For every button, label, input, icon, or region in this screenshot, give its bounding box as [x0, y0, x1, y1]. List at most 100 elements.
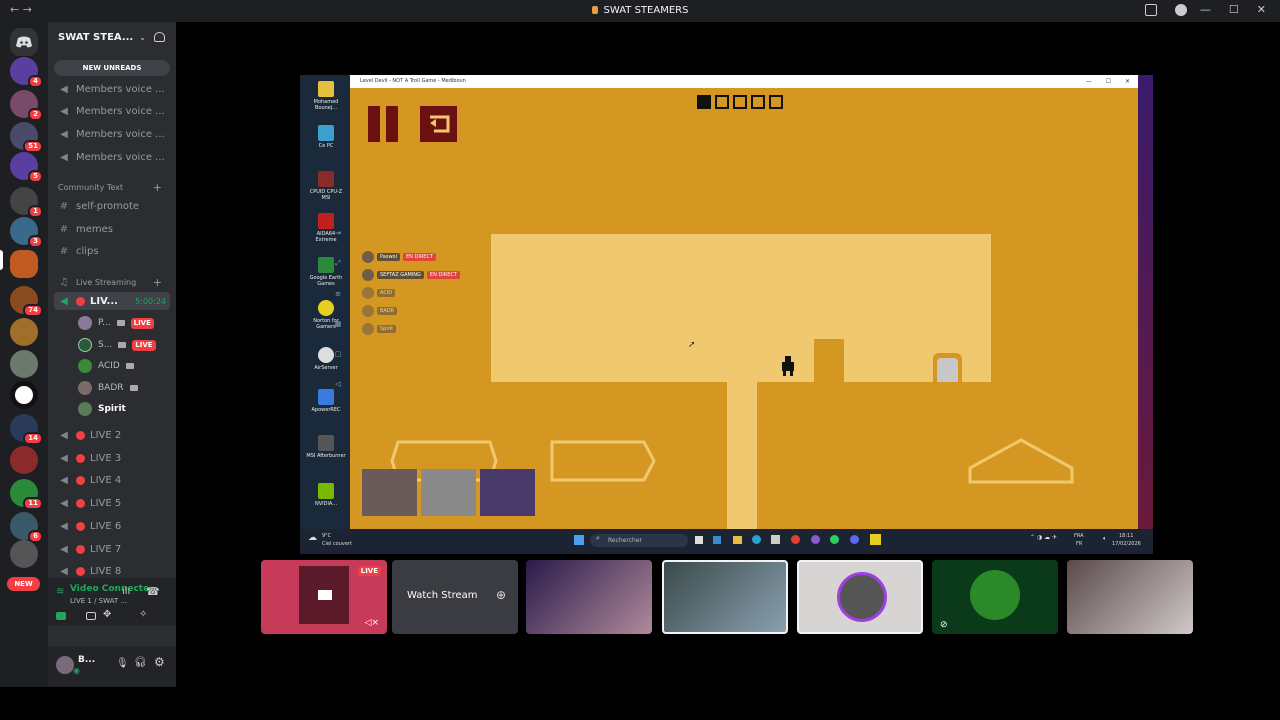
server-icon-10[interactable]: [10, 381, 38, 409]
inbox-icon[interactable]: [1145, 4, 1157, 16]
search-input[interactable]: Rechercher: [590, 534, 688, 547]
server-icon-5[interactable]: 1: [10, 187, 43, 218]
new-unreads-button[interactable]: NEW UNREADS: [54, 60, 170, 76]
channel-live-4[interactable]: ◀ LIVE 4: [58, 471, 174, 489]
voice-user-5[interactable]: Spirit: [78, 400, 170, 418]
channel-members-voice-3[interactable]: ◀ Members voice ...: [58, 125, 174, 143]
server-icon-3[interactable]: 51: [10, 122, 43, 153]
category-community-text[interactable]: Community Text +: [58, 178, 174, 196]
server-icon-1[interactable]: 4: [10, 57, 43, 88]
voice-user-1[interactable]: P... LIVE: [78, 314, 170, 332]
add-channel-icon[interactable]: +: [153, 276, 162, 289]
new-servers-badge[interactable]: NEW: [7, 577, 40, 591]
close-button[interactable]: ✕: [1125, 75, 1130, 88]
participant-avatar-tile-2[interactable]: ⊘: [932, 560, 1058, 634]
desktop-icon-apowerrec[interactable]: ApowerREC: [306, 389, 346, 413]
restart-icon[interactable]: [420, 106, 457, 142]
game-taskbar-icon[interactable]: [870, 534, 881, 545]
guild-header[interactable]: SWAT STEA... ⌄: [48, 22, 176, 52]
soundboard-icon[interactable]: ✧: [139, 609, 147, 620]
watch-stream-icon[interactable]: ⊕: [496, 588, 506, 602]
add-channel-icon[interactable]: +: [153, 181, 162, 194]
whatsapp-icon[interactable]: [830, 535, 839, 544]
right-arrow-control-icon[interactable]: [548, 438, 658, 484]
mute-stream-icon[interactable]: ◁×: [365, 618, 379, 628]
server-icon-4[interactable]: 5: [10, 152, 43, 183]
desktop-icon-nvidia[interactable]: NVIDIA...: [306, 483, 346, 507]
chrome-icon[interactable]: [791, 535, 800, 544]
minimize-button[interactable]: —: [1086, 75, 1092, 88]
invite-icon[interactable]: [154, 32, 165, 42]
server-icon-9[interactable]: [10, 350, 38, 378]
game-canvas[interactable]: Paswol EN DIRECT SEFTAZ GAMING EN DIRECT ACI…: [350, 88, 1138, 529]
volume-tray-icon[interactable]: 🔈︎: [1103, 535, 1107, 543]
edge-icon[interactable]: [752, 535, 761, 544]
server-icon-15[interactable]: [10, 540, 38, 568]
avatar[interactable]: [56, 656, 74, 674]
desktop-icon-cpuz[interactable]: CPUID CPU-Z MSI: [306, 171, 346, 201]
activity-icon[interactable]: ✥: [103, 609, 111, 620]
start-button[interactable]: [574, 535, 584, 545]
watch-stream-tile[interactable]: Watch Stream ⊕: [392, 560, 518, 634]
discord-home-icon[interactable]: [10, 28, 38, 56]
jump-control-icon[interactable]: [966, 438, 1076, 484]
channel-clips[interactable]: # clips: [58, 242, 174, 260]
login-icon[interactable]: ⇥: [335, 229, 341, 237]
channel-members-voice-1[interactable]: ◀ Members voice ...: [58, 80, 174, 98]
volume-icon[interactable]: ◁: [335, 380, 340, 388]
channel-live-2[interactable]: ◀ LIVE 2: [58, 426, 174, 444]
close-button[interactable]: ✕: [1257, 3, 1266, 16]
tray-icons[interactable]: ⌃ ◑ ☁ ✈: [1030, 534, 1057, 541]
category-live-streaming[interactable]: ♫ Live Streaming +: [58, 273, 174, 291]
maximize-button[interactable]: ☐: [1229, 3, 1239, 16]
participant-video-1[interactable]: [526, 560, 652, 634]
participant-avatar-tile[interactable]: [797, 560, 923, 634]
channel-members-voice-4[interactable]: ◀ Members voice ...: [58, 148, 174, 166]
voice-user-2[interactable]: S... LIVE: [78, 336, 170, 354]
disconnect-icon[interactable]: ☎: [146, 585, 160, 598]
channel-live-1[interactable]: ◀ LIV... 5:00:24: [54, 292, 170, 310]
server-icon-2[interactable]: 2: [10, 90, 43, 121]
expand-icon[interactable]: ⤢: [335, 259, 341, 268]
widgets-icon[interactable]: [713, 536, 721, 544]
store-icon[interactable]: [771, 535, 780, 544]
desktop-icon-this-pc[interactable]: Ce PC: [306, 125, 346, 149]
channel-memes[interactable]: # memes: [58, 220, 174, 238]
discord-taskbar-icon[interactable]: [850, 535, 859, 544]
app-icon[interactable]: [811, 535, 820, 544]
participant-video-3[interactable]: [1067, 560, 1193, 634]
noise-suppression-icon[interactable]: ılı: [122, 586, 130, 597]
voice-user-4[interactable]: BADR: [78, 379, 170, 397]
server-icon-8[interactable]: [10, 318, 38, 346]
channel-live-3[interactable]: ◀ LIVE 3: [58, 449, 174, 467]
participant-video-2[interactable]: [662, 560, 788, 634]
channel-members-voice-2[interactable]: ◀ Members voice ...: [58, 102, 174, 120]
minimize-button[interactable]: —: [1200, 3, 1211, 16]
server-icon-7[interactable]: 74: [10, 286, 43, 317]
server-icon-6[interactable]: 3: [10, 217, 43, 248]
chat-icon[interactable]: ▢: [335, 350, 342, 358]
channel-live-7[interactable]: ◀ LIVE 7: [58, 540, 174, 558]
camera-icon[interactable]: [56, 612, 66, 620]
help-icon[interactable]: [1175, 4, 1187, 16]
headphones-icon[interactable]: 🎧︎: [134, 657, 147, 668]
channel-live-6[interactable]: ◀ LIVE 6: [58, 517, 174, 535]
channel-self-promote[interactable]: # self-promote: [58, 197, 174, 215]
voice-user-3[interactable]: ACID: [78, 357, 170, 375]
file-explorer-icon[interactable]: [733, 536, 742, 544]
settings-gear-icon[interactable]: ⚙: [154, 655, 165, 669]
desktop-icon-afterburner[interactable]: MSI Afterburner: [306, 435, 346, 459]
microphone-icon[interactable]: 🎙︎: [116, 658, 129, 669]
screen-share-view[interactable]: Mohamed Bounej... Ce PC CPUID CPU-Z MSI …: [300, 75, 1153, 554]
maximize-button[interactable]: ☐: [1106, 75, 1111, 88]
screen-share-icon[interactable]: [86, 612, 96, 620]
server-icon-14[interactable]: 6: [10, 512, 43, 543]
channel-live-5[interactable]: ◀ LIVE 5: [58, 494, 174, 512]
server-icon-12[interactable]: [10, 446, 38, 474]
desktop-icon-user-folder[interactable]: Mohamed Bounej...: [306, 81, 346, 111]
server-icon-11[interactable]: 14: [10, 414, 43, 445]
stream-preview-tile[interactable]: LIVE ◁×: [261, 560, 387, 634]
server-icon-13[interactable]: 11: [10, 479, 43, 510]
pause-icon[interactable]: [368, 106, 380, 142]
grid-icon[interactable]: ▦: [335, 320, 342, 328]
